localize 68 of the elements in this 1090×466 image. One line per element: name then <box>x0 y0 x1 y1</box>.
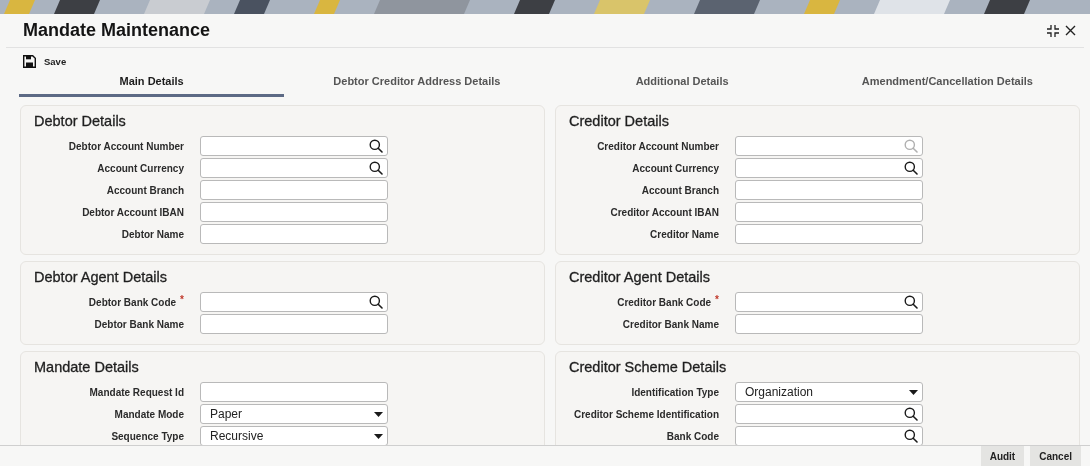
field-label: Debtor Bank Code <box>88 296 177 308</box>
field-label: Account Branch <box>641 184 719 196</box>
field-label: Creditor Name <box>650 228 719 240</box>
input-field[interactable] <box>200 314 388 334</box>
dropdown-field[interactable]: Recursive <box>200 426 388 445</box>
caret-icon <box>374 433 383 439</box>
search-field[interactable] <box>735 158 923 178</box>
window-title: Mandate Maintenance <box>23 20 211 41</box>
field-label: Sequence Type <box>111 430 184 442</box>
field-label: Debtor Account IBAN <box>82 206 184 218</box>
field-label: Debtor Account Number <box>68 140 184 152</box>
field-label: Bank Code <box>666 430 719 442</box>
field-label: Account Branch <box>106 184 184 196</box>
tab[interactable]: Additional Details <box>549 70 815 97</box>
input-field[interactable] <box>735 202 923 222</box>
field-label: Creditor Account IBAN <box>610 206 719 218</box>
input-field[interactable] <box>735 314 923 334</box>
required-mark: * <box>180 293 184 305</box>
search-field[interactable] <box>200 158 388 178</box>
search-icon[interactable] <box>904 295 918 309</box>
section-title: Creditor Scheme Details <box>569 359 727 375</box>
input-field[interactable] <box>200 202 388 222</box>
section-title: Creditor Agent Details <box>569 269 711 285</box>
field-label: Creditor Account Number <box>597 140 719 152</box>
field-label: Debtor Name <box>121 228 184 240</box>
field-label: Debtor Bank Name <box>94 318 184 330</box>
collapse-icon[interactable] <box>1047 24 1059 37</box>
input-field[interactable] <box>200 180 388 200</box>
search-field[interactable] <box>735 292 923 312</box>
input-field[interactable] <box>735 224 923 244</box>
search-icon[interactable] <box>904 161 918 175</box>
search-icon[interactable] <box>369 161 383 175</box>
tab[interactable]: Debtor Creditor Address Details <box>284 70 550 97</box>
save-button[interactable]: Save <box>23 54 67 68</box>
input-field[interactable] <box>735 180 923 200</box>
required-mark: * <box>715 293 719 305</box>
caret-icon <box>374 411 383 417</box>
section-title: Mandate Details <box>34 359 139 375</box>
field-label: Creditor Bank Code <box>617 296 712 308</box>
search-icon[interactable] <box>904 429 918 443</box>
search-icon[interactable] <box>369 139 383 153</box>
field-label: Identification Type <box>631 386 719 398</box>
search-field[interactable] <box>735 136 923 156</box>
search-field[interactable] <box>200 136 388 156</box>
caret-icon <box>909 389 918 395</box>
dropdown-field[interactable]: Paper <box>200 404 388 424</box>
search-field[interactable] <box>200 292 388 312</box>
input-field[interactable] <box>200 224 388 244</box>
footer-button[interactable]: Cancel <box>1030 446 1081 466</box>
section-title: Debtor Agent Details <box>34 269 167 285</box>
field-label: Account Currency <box>632 162 719 174</box>
field-label: Creditor Scheme Identification <box>573 408 719 420</box>
field-label: Creditor Bank Name <box>622 318 719 330</box>
search-field[interactable] <box>735 404 923 424</box>
field-label: Mandate Mode <box>114 408 184 420</box>
tab[interactable]: Amendment/Cancellation Details <box>814 70 1080 97</box>
input-field[interactable] <box>200 382 388 402</box>
footer-button[interactable]: Audit <box>980 446 1025 466</box>
search-icon[interactable] <box>369 295 383 309</box>
section-title: Debtor Details <box>34 113 126 129</box>
search-icon[interactable] <box>904 407 918 421</box>
section-title: Creditor Details <box>569 113 669 129</box>
field-label: Mandate Request Id <box>89 386 184 398</box>
tab[interactable]: Main Details <box>19 70 285 97</box>
field-label: Account Currency <box>97 162 184 174</box>
dropdown-field[interactable]: Organization <box>735 382 923 402</box>
search-field[interactable] <box>735 426 923 445</box>
close-icon[interactable] <box>1065 25 1076 36</box>
